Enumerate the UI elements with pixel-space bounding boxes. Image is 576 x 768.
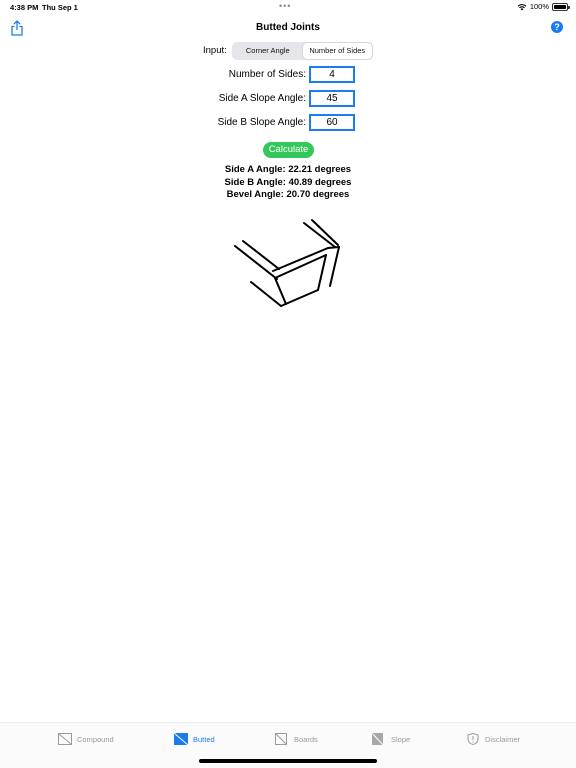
tab-disclaimer-label: Disclaimer	[485, 734, 521, 744]
battery-percent: 100%	[529, 2, 549, 11]
battery-icon	[552, 2, 570, 11]
status-right: 100%	[517, 2, 570, 11]
input-segmented-control: Corner Angle Number of Sides	[232, 42, 373, 60]
page-title: Butted Joints	[256, 22, 320, 33]
calculate-button[interactable]: Calculate	[263, 142, 314, 158]
input-selector-row: Input: Corner Angle Number of Sides	[0, 42, 576, 60]
field-row-side-b-slope: Side B Slope Angle:	[0, 114, 576, 132]
boards-icon	[275, 733, 287, 745]
status-date: Thu Sep 1	[42, 3, 78, 12]
tab-slope-label: Slope	[391, 734, 411, 744]
tab-boards[interactable]: Boards	[275, 733, 318, 745]
tab-compound[interactable]: Compound	[58, 733, 114, 745]
segment-corner-angle[interactable]: Corner Angle	[233, 43, 303, 59]
side-b-slope-label: Side B Slope Angle:	[217, 117, 306, 128]
tab-slope[interactable]: Slope	[372, 733, 410, 745]
tab-disclaimer[interactable]: Disclaimer	[466, 733, 520, 745]
number-of-sides-label: Number of Sides:	[228, 69, 306, 80]
segment-number-of-sides[interactable]: Number of Sides	[302, 43, 372, 59]
wifi-icon	[517, 3, 527, 10]
side-a-slope-label: Side A Slope Angle:	[218, 93, 306, 104]
results: Side A Angle: 22.21 degrees Side B Angle…	[0, 164, 576, 202]
side-a-slope-input[interactable]	[309, 90, 355, 107]
multitasking-dots-icon[interactable]: •••	[279, 1, 291, 11]
tab-bar: Compound Butted Boards Slope Disclaimer	[0, 722, 576, 768]
butted-icon	[174, 733, 188, 745]
side-b-slope-input[interactable]	[309, 114, 355, 131]
home-indicator[interactable]	[199, 759, 377, 763]
input-label: Input:	[203, 45, 227, 56]
number-of-sides-input[interactable]	[309, 66, 355, 83]
tab-butted[interactable]: Butted	[174, 733, 215, 745]
tab-compound-label: Compound	[77, 734, 114, 744]
side-a-angle-result: Side A Angle: 22.21 degrees	[224, 164, 352, 175]
shield-icon	[467, 733, 479, 745]
side-b-angle-result: Side B Angle: 40.89 degrees	[224, 176, 352, 188]
butted-joint-diagram	[234, 219, 340, 307]
field-row-side-a-slope: Side A Slope Angle:	[0, 90, 576, 108]
bevel-angle-result: Bevel Angle: 20.70 degrees	[226, 189, 350, 200]
help-button[interactable]: ?	[551, 21, 563, 33]
tab-butted-label: Butted	[193, 734, 215, 744]
status-time: 4:38 PM	[10, 3, 39, 12]
nav-bar: Butted Joints ?	[0, 14, 576, 42]
field-row-number-of-sides: Number of Sides:	[0, 66, 576, 84]
compound-icon	[58, 733, 72, 745]
slope-icon	[372, 733, 384, 745]
status-bar: 4:38 PM Thu Sep 1 ••• 100%	[0, 0, 576, 14]
tab-boards-label: Boards	[294, 734, 318, 744]
